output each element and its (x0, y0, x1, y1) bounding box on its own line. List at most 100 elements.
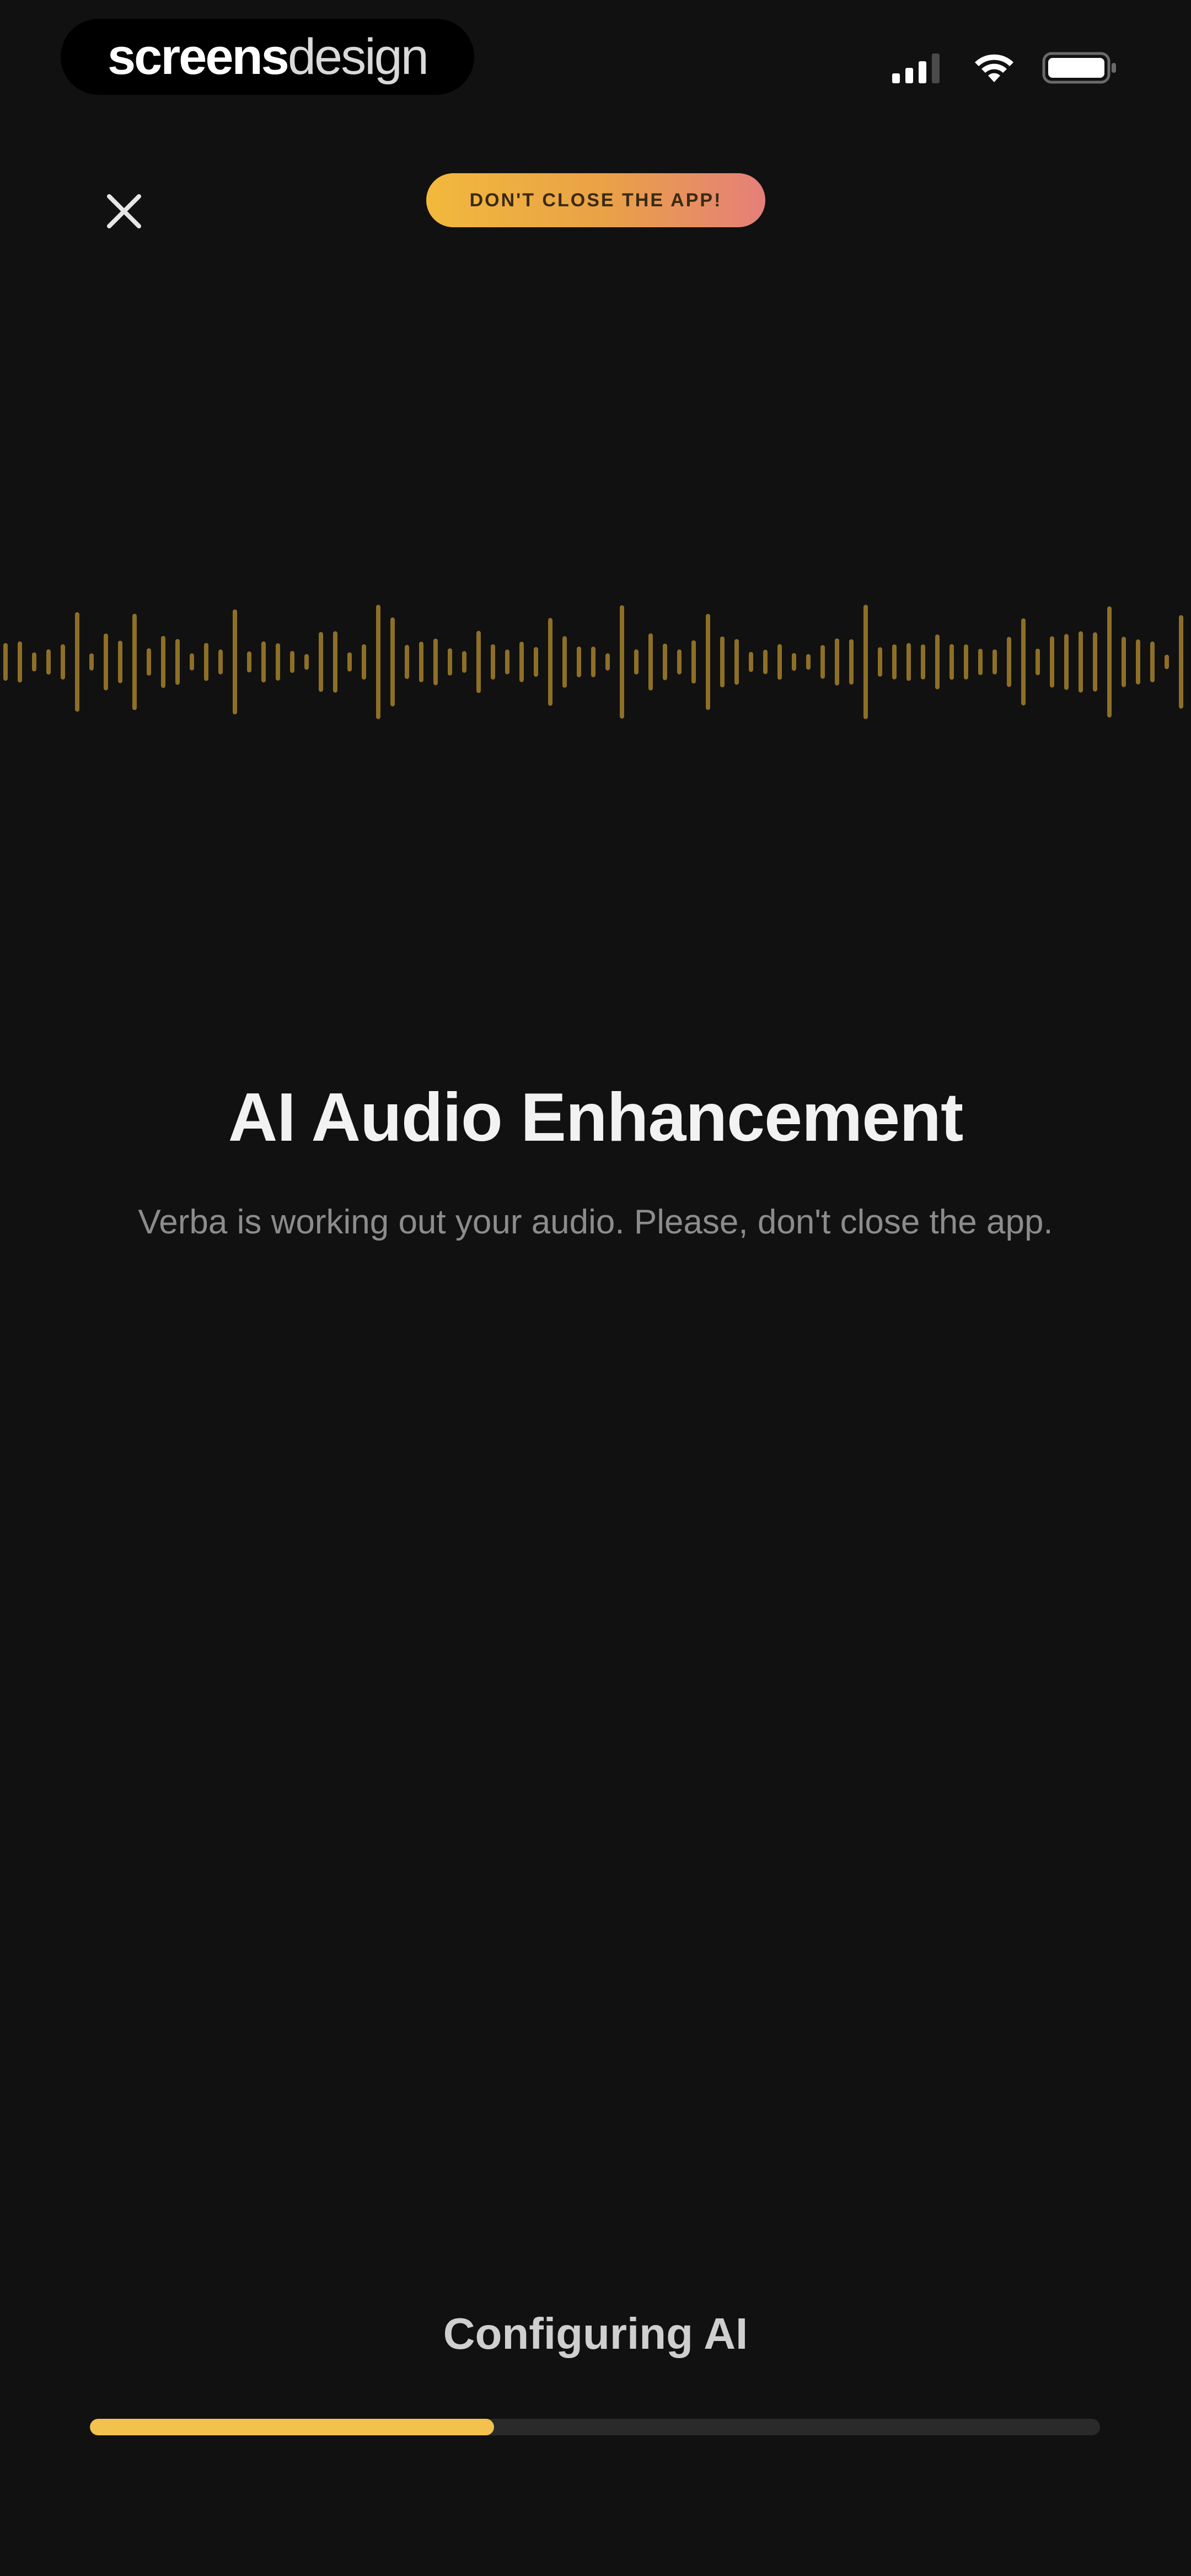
waveform-bar (1079, 631, 1083, 693)
page-subtitle: Verba is working out your audio. Please,… (138, 1203, 1053, 1241)
cellular-signal-icon (891, 51, 946, 84)
waveform-bar (448, 648, 452, 676)
audio-waveform (3, 605, 1183, 719)
waveform-bar (319, 632, 323, 692)
waveform-bar (247, 651, 251, 673)
dont-close-warning-badge: DON'T CLOSE THE APP! (426, 173, 765, 227)
waveform-bar (476, 630, 481, 693)
status-icons (891, 49, 1119, 87)
waveform-bar (347, 652, 352, 672)
progress-bar (90, 2419, 1100, 2435)
waveform-bar (1136, 639, 1140, 685)
waveform-bar (1021, 618, 1026, 706)
waveform-bar (591, 646, 596, 677)
waveform-bar (1093, 632, 1097, 692)
waveform-bar (333, 631, 337, 693)
waveform-bar (218, 649, 223, 675)
wifi-icon (973, 51, 1016, 84)
waveform-bar (118, 640, 122, 683)
waveform-bar (1036, 648, 1040, 676)
waveform-bar (491, 644, 495, 680)
waveform-bar (161, 635, 165, 688)
battery-icon (1042, 51, 1119, 85)
waveform-bar (792, 653, 796, 671)
page-title: AI Audio Enhancement (228, 1079, 964, 1156)
waveform-bar (935, 634, 940, 690)
warning-label: DON'T CLOSE THE APP! (469, 189, 722, 211)
waveform-bar (190, 653, 194, 671)
waveform-bar (18, 641, 22, 683)
waveform-bar (132, 613, 137, 710)
waveform-bar (863, 605, 868, 719)
waveform-bar (691, 640, 696, 684)
waveform-bar (706, 613, 710, 710)
waveform-bar (3, 643, 8, 681)
waveform-bar (634, 649, 639, 675)
waveform-bar (519, 642, 524, 682)
logo-text-light: design (287, 28, 429, 85)
waveform-bar (405, 645, 409, 679)
waveform-bar (648, 633, 653, 691)
close-icon (105, 192, 143, 233)
waveform-bar (462, 651, 466, 673)
waveform-bar (1122, 637, 1126, 687)
waveform-bar (562, 636, 567, 688)
waveform-bar (878, 647, 882, 677)
waveform-bar (419, 642, 423, 682)
waveform-bar (1064, 634, 1069, 690)
waveform-bar (949, 644, 954, 680)
progress-status-label: Configuring AI (443, 2309, 748, 2358)
waveform-bar (806, 654, 811, 670)
waveform-bar (906, 643, 911, 681)
waveform-bar (104, 633, 108, 691)
close-button[interactable] (94, 182, 154, 243)
waveform-bar (276, 643, 280, 681)
waveform-bar (820, 645, 825, 679)
waveform-bar (720, 636, 725, 688)
waveform-bar (147, 648, 151, 676)
waveform-bar (362, 644, 366, 680)
waveform-bar (964, 644, 968, 680)
waveform-bar (892, 644, 897, 680)
waveform-bar (1179, 615, 1183, 709)
waveform-bar (663, 643, 667, 681)
waveform-bar (1150, 642, 1155, 682)
progress-bar-fill (90, 2419, 494, 2435)
waveform-bar (1165, 654, 1169, 670)
waveform-bar (763, 649, 768, 675)
waveform-bar (1050, 636, 1054, 688)
waveform-bar (993, 649, 997, 675)
waveform-bar (89, 653, 94, 671)
waveform-bar (61, 644, 65, 680)
waveform-bar (390, 617, 395, 707)
waveform-bar (505, 649, 509, 675)
waveform-bar (233, 609, 237, 715)
waveform-bar (534, 647, 538, 677)
waveform-bar (1107, 606, 1112, 718)
waveform-bar (175, 639, 180, 685)
waveform-bar (433, 638, 438, 686)
waveform-bar (204, 643, 208, 681)
waveform-bar (978, 649, 983, 675)
logo-text: screensdesign (108, 28, 429, 86)
waveform-bar (620, 605, 624, 719)
waveform-bar (261, 641, 266, 683)
waveform-bar (1007, 637, 1011, 687)
waveform-bar (32, 652, 36, 672)
waveform-bar (75, 612, 79, 712)
waveform-bar (304, 654, 309, 670)
waveform-bar (835, 638, 839, 686)
waveform-bar (376, 605, 380, 719)
waveform-bar (290, 651, 294, 673)
waveform-bar (677, 649, 682, 675)
waveform-bar (849, 639, 854, 685)
waveform-bar (749, 651, 753, 672)
waveform-bar (548, 618, 552, 706)
screensdesign-logo: screensdesign (61, 19, 474, 95)
waveform-bar (777, 644, 782, 680)
logo-text-bold: screens (108, 28, 289, 85)
waveform-bar (577, 646, 581, 677)
waveform-bar (921, 644, 925, 680)
waveform-bar (46, 649, 51, 675)
waveform-bar (605, 653, 610, 671)
